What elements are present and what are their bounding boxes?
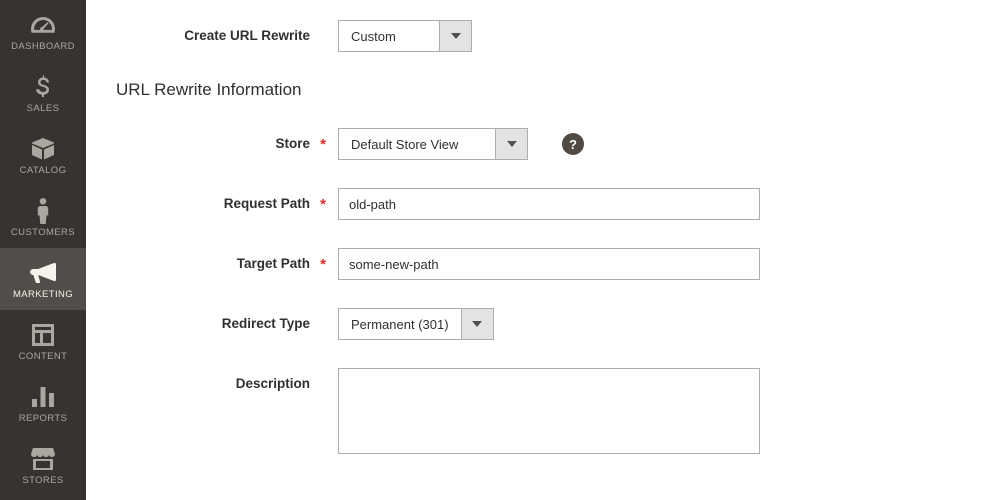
box-icon xyxy=(31,136,55,162)
help-icon[interactable]: ? xyxy=(562,133,584,155)
bar-chart-icon xyxy=(32,384,54,410)
label-target-path: Target Path xyxy=(116,248,338,271)
sidebar-item-label: DASHBOARD xyxy=(11,41,75,52)
sidebar-item-content[interactable]: CONTENT xyxy=(0,310,86,372)
input-request-path[interactable] xyxy=(338,188,760,220)
sidebar-item-marketing[interactable]: MARKETING xyxy=(0,248,86,310)
sidebar-item-dashboard[interactable]: DASHBOARD xyxy=(0,0,86,62)
row-description: Description xyxy=(116,368,970,454)
row-redirect-type: Redirect Type Permanent (301) xyxy=(116,308,970,340)
chevron-down-icon xyxy=(461,309,493,339)
storefront-icon xyxy=(31,446,55,472)
chevron-down-icon xyxy=(495,129,527,159)
main-content: Create URL Rewrite Custom URL Rewrite In… xyxy=(86,0,1000,500)
person-icon xyxy=(36,198,50,224)
dollar-icon xyxy=(36,74,50,100)
label-create-url-rewrite: Create URL Rewrite xyxy=(116,20,338,43)
sidebar-item-label: CONTENT xyxy=(19,351,68,362)
label-redirect-type: Redirect Type xyxy=(116,308,338,331)
row-create-url-rewrite: Create URL Rewrite Custom xyxy=(116,20,970,52)
admin-sidebar: DASHBOARD SALES CATALOG CUSTOMERS MARKET… xyxy=(0,0,86,500)
sidebar-item-sales[interactable]: SALES xyxy=(0,62,86,124)
section-title-url-rewrite-info: URL Rewrite Information xyxy=(116,80,970,100)
sidebar-item-label: REPORTS xyxy=(19,413,68,424)
select-store[interactable]: Default Store View xyxy=(338,128,528,160)
label-description: Description xyxy=(116,368,338,391)
megaphone-icon xyxy=(30,260,56,286)
sidebar-item-label: CATALOG xyxy=(20,165,67,176)
sidebar-item-customers[interactable]: CUSTOMERS xyxy=(0,186,86,248)
gauge-icon xyxy=(30,12,56,38)
input-target-path[interactable] xyxy=(338,248,760,280)
textarea-description[interactable] xyxy=(338,368,760,454)
row-target-path: Target Path xyxy=(116,248,970,280)
sidebar-item-reports[interactable]: REPORTS xyxy=(0,372,86,434)
chevron-down-icon xyxy=(439,21,471,51)
sidebar-item-label: SALES xyxy=(27,103,60,114)
layout-icon xyxy=(32,322,54,348)
sidebar-item-label: STORES xyxy=(22,475,63,486)
sidebar-item-catalog[interactable]: CATALOG xyxy=(0,124,86,186)
sidebar-item-label: MARKETING xyxy=(13,289,73,300)
label-request-path: Request Path xyxy=(116,188,338,211)
select-value: Custom xyxy=(339,21,439,51)
label-store: Store xyxy=(116,128,338,151)
select-redirect-type[interactable]: Permanent (301) xyxy=(338,308,494,340)
row-store: Store Default Store View ? xyxy=(116,128,970,160)
sidebar-item-label: CUSTOMERS xyxy=(11,227,75,238)
select-create-url-rewrite[interactable]: Custom xyxy=(338,20,472,52)
select-value: Default Store View xyxy=(339,129,495,159)
row-request-path: Request Path xyxy=(116,188,970,220)
select-value: Permanent (301) xyxy=(339,309,461,339)
sidebar-item-stores[interactable]: STORES xyxy=(0,434,86,496)
